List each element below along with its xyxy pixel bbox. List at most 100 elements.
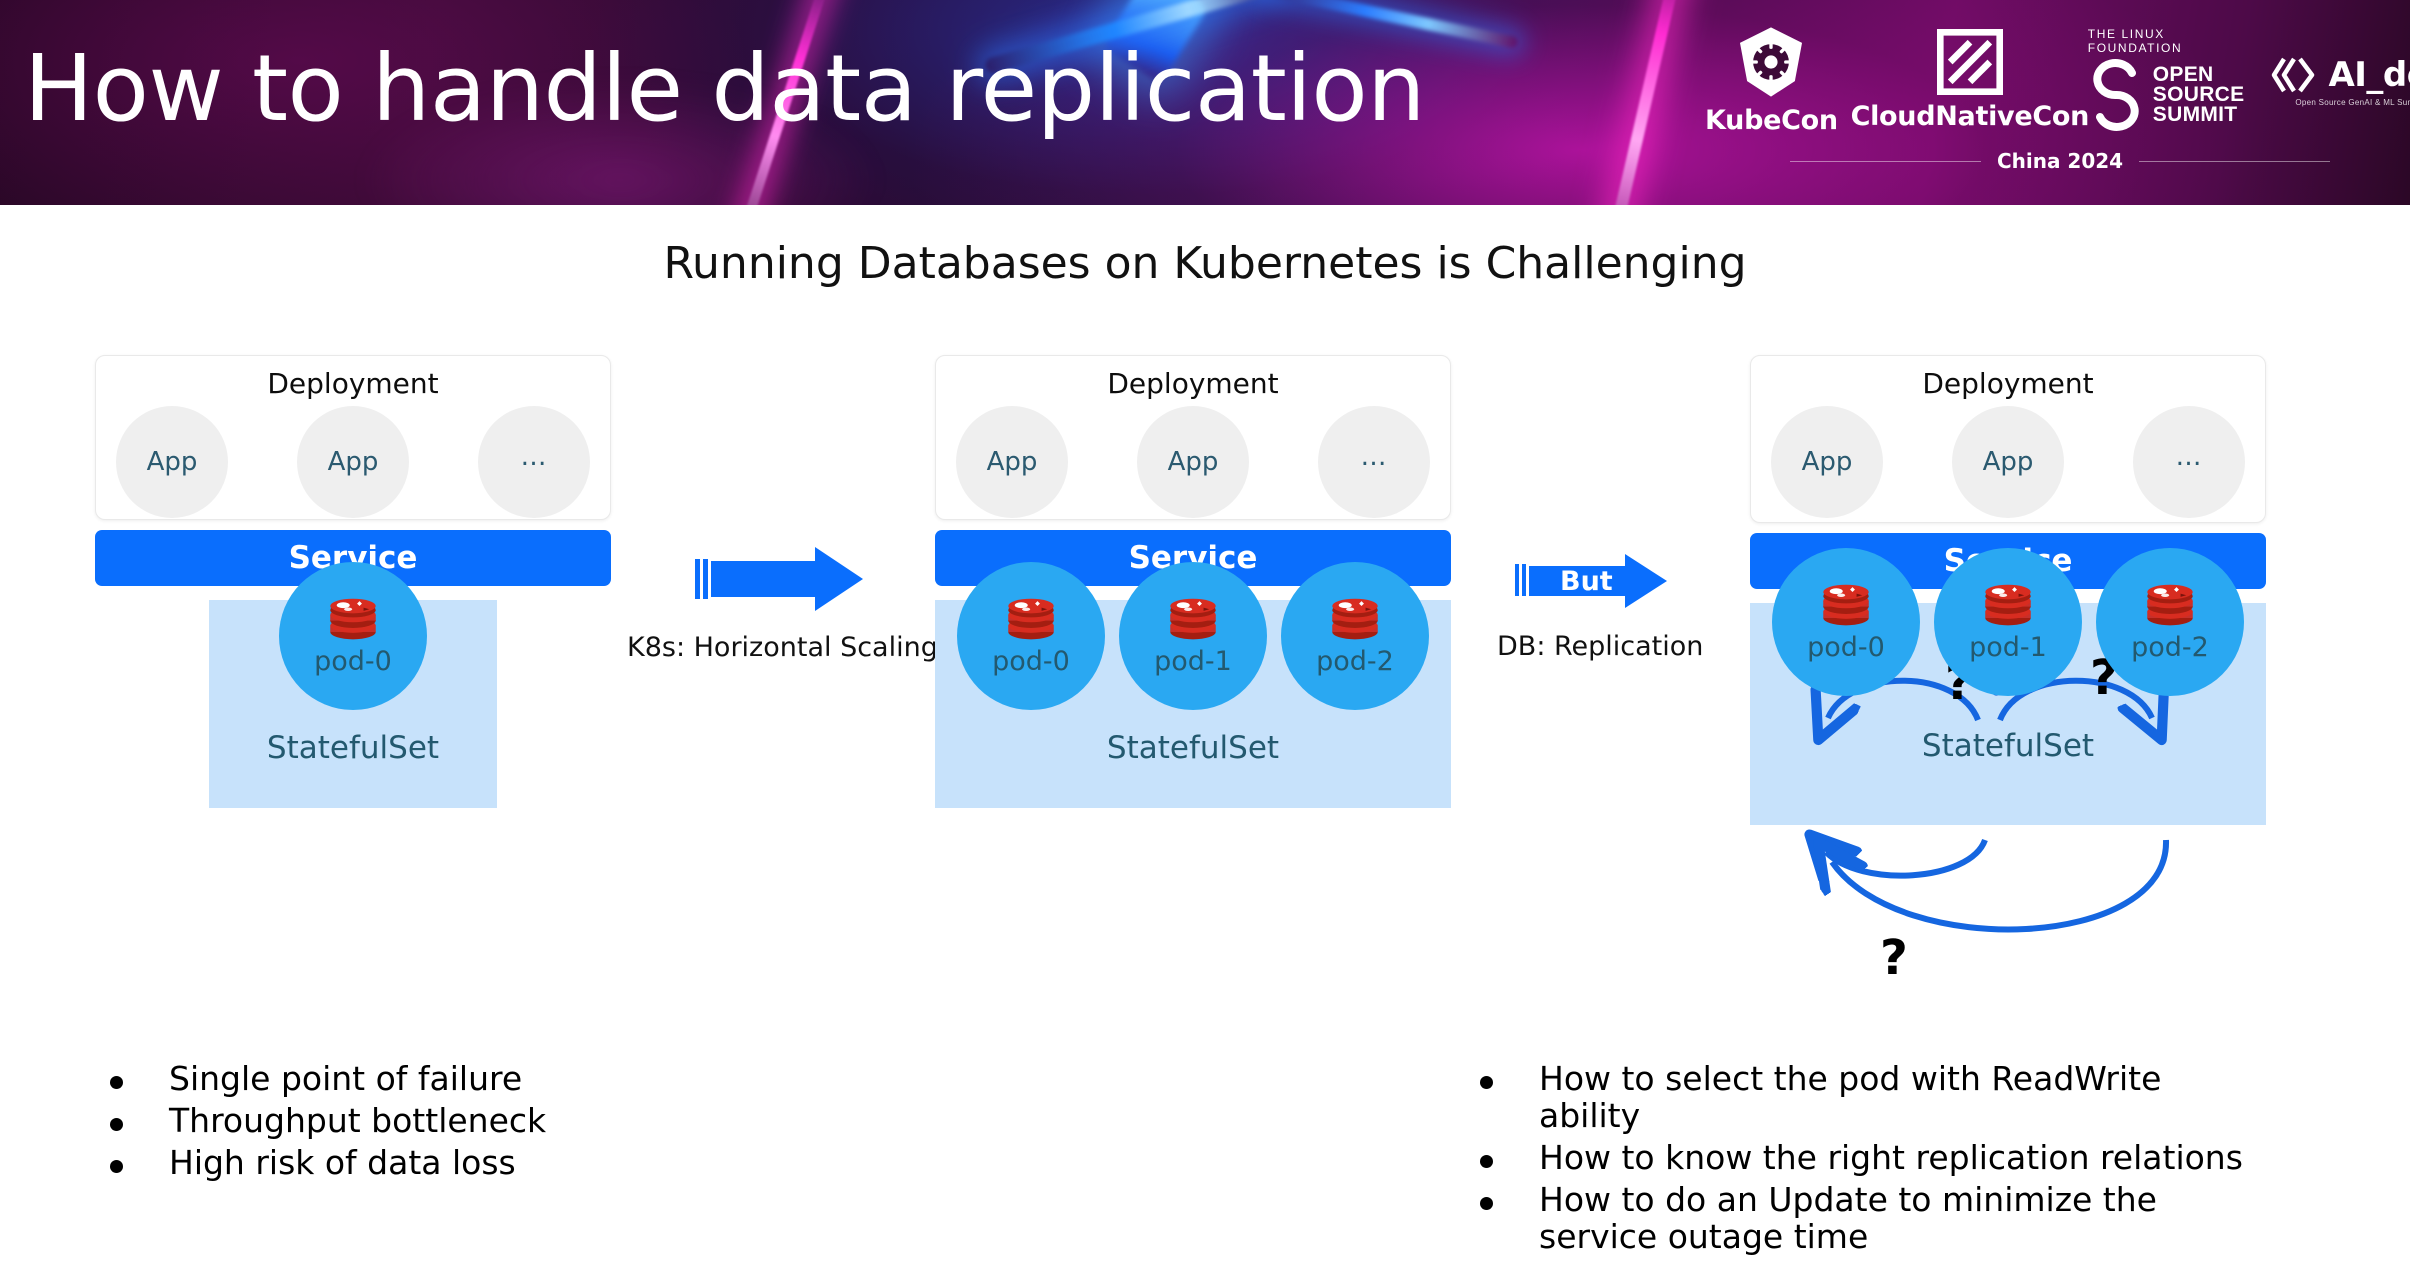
pod-node: pod-1 [1119,562,1267,710]
ai-dev-chevron-icon [2272,57,2315,93]
app-circle: App [956,406,1068,518]
oss-wordmark: OPEN SOURCE SUMMIT [2152,63,2245,126]
app-circle-row: App App … [956,406,1430,518]
app-circle: App [1137,406,1249,518]
pod-label: pod-0 [314,645,392,677]
right-arrow-icon [695,547,863,611]
cloudnativecon-logo: CloudNativeCon [1851,28,2089,132]
deployment-box: Deployment App App … [1750,355,2266,523]
pod-node: pod-1 [1934,548,2082,696]
conference-logo-row: KubeCon CloudNativeCon THE LINUX FOUNDAT… [1705,14,2410,146]
app-circle: App [297,406,409,518]
arrow-pod1-to-pod0-bottom [1826,840,1988,876]
app-circle-ellipsis: … [1318,406,1430,518]
deployment-box: Deployment App App … [95,355,611,520]
redis-icon [1170,598,1216,639]
right-bullet-list: How to select the pod with ReadWrite abi… [1480,1060,2280,1268]
pod-label: pod-0 [992,645,1070,677]
question-mark: ? [1880,930,1908,986]
redis-icon [1008,598,1054,639]
pod-node: pod-2 [2096,548,2244,696]
statefulset-box: pod-0 StatefulSet [209,562,497,808]
list-item: How to select the pod with ReadWrite abi… [1480,1060,2280,1134]
slide: How to handle data replication KubeCon C… [0,0,2410,1268]
linux-foundation-label: THE LINUX FOUNDATION [2087,27,2183,55]
deployment-box: Deployment App App … [935,355,1451,520]
app-circle: App [1771,406,1883,518]
list-item: High risk of data loss [110,1144,810,1181]
list-item-text: Throughput bottleneck [169,1101,547,1140]
app-circle: App [116,406,228,518]
diagram-group-replication: Deployment App App … Service [1750,355,2266,825]
open-source-summit-logo: THE LINUX FOUNDATION OPEN SOURCE SUMMIT [2088,27,2245,133]
list-item-text: How to know the right replication relati… [1539,1138,2243,1177]
bullet-dot-icon [110,1076,123,1089]
list-item-text: How to select the pod with ReadWrite abi… [1539,1059,2162,1135]
redis-icon [1823,584,1869,625]
kubernetes-helm-icon [1740,26,1803,97]
deployment-title: Deployment [1922,367,2094,400]
pod-label: pod-1 [1154,645,1232,677]
pod-label: pod-2 [2131,631,2209,663]
pod-label: pod-2 [1316,645,1394,677]
redis-icon [2147,584,2193,625]
oss-line-summit: SUMMIT [2152,103,2238,126]
list-item-text: How to do an Update to minimize the serv… [1539,1180,2157,1256]
pod-label: pod-0 [1807,631,1885,663]
statefulset-label: StatefulSet [1106,730,1280,766]
pod-label: pod-1 [1969,631,2047,663]
pod-node: pod-2 [1281,562,1429,710]
diagram-group-single-pod: Deployment App App … Service pod-0 State… [95,355,611,808]
list-item: How to know the right replication relati… [1480,1139,2280,1176]
deployment-title: Deployment [1107,367,1279,400]
ai-dev-subtitle: Open Source GenAI & ML Summit [2295,98,2410,107]
list-item: Throughput bottleneck [110,1102,810,1139]
diagram-group-scaled-pods: Deployment App App … Service pod-0 pod-1… [935,355,1451,808]
list-item-text: Single point of failure [169,1059,523,1098]
bullet-dot-icon [1480,1076,1493,1089]
pod-node: pod-0 [1772,548,1920,696]
redis-icon [1332,598,1378,639]
bullet-dot-icon [110,1160,123,1173]
redis-icon [330,598,376,639]
pod-row: pod-0 pod-1 pod-2 [957,562,1429,710]
redis-icon [1985,584,2031,625]
event-name-row: China 2024 [1790,148,2331,174]
statefulset-box: pod-0 pod-1 pod-2 StatefulSet [935,562,1451,808]
bullet-dot-icon [110,1118,123,1131]
app-circle-ellipsis: … [478,406,590,518]
statefulset-label: StatefulSet [1921,728,2095,764]
kubecon-label: KubeCon [1705,104,1838,136]
pod-node: pod-0 [279,562,427,710]
cloudnativecon-label: CloudNativeCon [1850,100,2090,132]
transition-label: DB: Replication [1497,631,1704,662]
slide-header-banner: How to handle data replication KubeCon C… [0,0,2410,205]
transition-label: K8s: Horizontal Scaling [627,632,938,663]
page-title: How to handle data replication [24,35,1425,142]
app-circle: App [1952,406,2064,518]
event-name: China 2024 [1996,149,2124,173]
pod-node: pod-0 [957,562,1105,710]
kubecon-logo: KubeCon [1705,25,1838,136]
transition-horizontal-scaling: K8s: Horizontal Scaling [627,545,938,663]
list-item: How to do an Update to minimize the serv… [1480,1181,2280,1255]
list-item: … [1480,1260,2280,1268]
statefulset-label: StatefulSet [266,730,440,766]
event-rule-right [2139,160,2331,162]
app-circle-ellipsis: … [2133,406,2245,518]
left-bullet-list: Single point of failure Throughput bottl… [110,1060,810,1186]
oss-line-source: SOURCE [2152,83,2245,106]
list-item-text: … [1539,1260,2259,1268]
list-item: Single point of failure [110,1060,810,1097]
ai-dev-logo: AI_dev Open Source GenAI & ML Summit [2270,53,2410,107]
oss-line-open: OPEN [2152,63,2214,86]
deployment-title: Deployment [267,367,439,400]
transition-db-replication: But DB: Replication [1497,552,1703,662]
event-rule-left [1790,160,1981,162]
statefulset-box: pod-0 pod-1 pod-2 StatefulSet [1750,548,2266,825]
bullet-dot-icon [1480,1155,1493,1168]
pod-row: pod-0 [279,562,427,710]
pod-row: pod-0 pod-1 pod-2 [1772,548,2244,696]
app-circle-row: App App … [1771,406,2245,518]
cncf-square-icon [1936,28,2003,95]
